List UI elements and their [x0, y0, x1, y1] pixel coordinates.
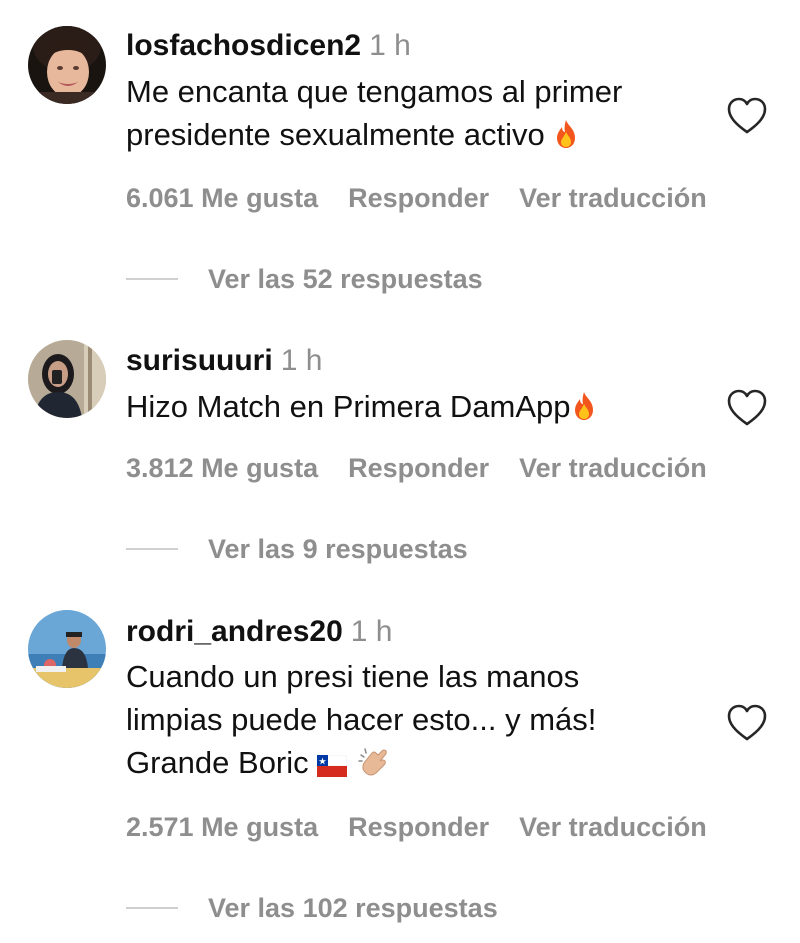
- view-replies-label[interactable]: Ver las 52 respuestas: [208, 264, 483, 294]
- comment-header: surisuuuri 1 h: [126, 343, 322, 379]
- translate-button[interactable]: Ver traducción: [519, 812, 707, 842]
- avatar[interactable]: [28, 610, 106, 688]
- comment-text-line: Cuando un presi tiene las manos: [126, 659, 580, 694]
- chile-flag-icon: [317, 745, 348, 788]
- comment-text: Cuando un presi tiene las manos limpias …: [126, 655, 716, 788]
- timestamp: 1 h: [369, 29, 411, 62]
- comment-text: Hizo Match en Primera DamApp: [126, 385, 716, 432]
- comment-actions: 3.812 Me gusta Responder Ver traducción: [126, 451, 707, 485]
- translate-button[interactable]: Ver traducción: [519, 453, 707, 483]
- like-heart-icon[interactable]: [726, 388, 768, 428]
- clapping-hands-icon: [356, 745, 390, 788]
- comment-text: Me encanta que tengamos al primer presid…: [126, 70, 716, 160]
- comment-actions: 6.061 Me gusta Responder Ver traducción: [126, 181, 707, 215]
- comment-text-line-3: Grande Boric: [126, 741, 716, 788]
- avatar[interactable]: [28, 340, 106, 418]
- comment-actions: 2.571 Me gusta Responder Ver traducción: [126, 810, 707, 844]
- comment-text-body: Me encanta que tengamos al primer presid…: [126, 74, 623, 152]
- comment-header: losfachosdicen2 1 h: [126, 28, 411, 64]
- comment-text-body: Hizo Match en Primera DamApp: [126, 389, 571, 424]
- fire-icon: [571, 389, 597, 432]
- view-replies-button[interactable]: Ver las 9 respuestas: [126, 532, 468, 566]
- view-replies-label[interactable]: Ver las 102 respuestas: [208, 893, 498, 923]
- avatar[interactable]: [28, 26, 106, 104]
- timestamp: 1 h: [350, 615, 393, 648]
- comment-text-line: limpias puede hacer esto... y más!: [126, 702, 597, 737]
- like-heart-icon[interactable]: [726, 703, 768, 743]
- likes-count[interactable]: 2.571 Me gusta: [126, 812, 318, 842]
- view-replies-button[interactable]: Ver las 52 respuestas: [126, 262, 483, 296]
- reply-button[interactable]: Responder: [348, 453, 489, 483]
- view-replies-button[interactable]: Ver las 102 respuestas: [126, 891, 498, 925]
- translate-button[interactable]: Ver traducción: [519, 183, 707, 213]
- username[interactable]: rodri_andres20: [126, 615, 343, 648]
- fire-icon: [553, 117, 579, 160]
- likes-count[interactable]: 6.061 Me gusta: [126, 183, 318, 213]
- timestamp: 1 h: [280, 344, 323, 377]
- likes-count[interactable]: 3.812 Me gusta: [126, 453, 318, 483]
- replies-divider: [126, 277, 178, 280]
- username[interactable]: losfachosdicen2: [126, 29, 361, 62]
- comment-text-line: Grande Boric: [126, 745, 309, 780]
- reply-button[interactable]: Responder: [348, 183, 489, 213]
- like-heart-icon[interactable]: [726, 96, 768, 136]
- view-replies-label[interactable]: Ver las 9 respuestas: [208, 534, 468, 564]
- replies-divider: [126, 547, 178, 550]
- username[interactable]: surisuuuri: [126, 344, 273, 377]
- comment-header: rodri_andres20 1 h: [126, 614, 393, 650]
- replies-divider: [126, 906, 178, 909]
- reply-button[interactable]: Responder: [348, 812, 489, 842]
